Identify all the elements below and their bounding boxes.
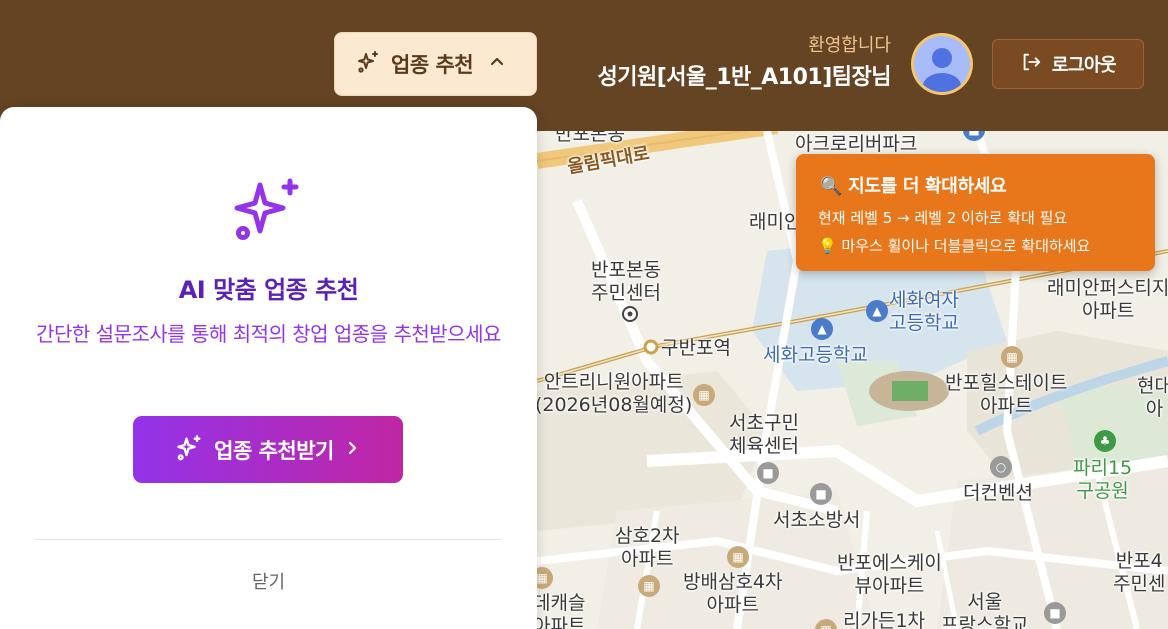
logout-icon (1020, 51, 1042, 77)
map-label: 반포본동 주민센터 (591, 259, 661, 304)
school-icon[interactable]: ▲ (866, 300, 888, 322)
map-label: 서초소방서 (773, 509, 861, 531)
map-label: 서울 프랑스학교 (941, 591, 1029, 629)
map-label-station: 구반포역 (661, 337, 731, 359)
welcome-text: 환영합니다 (808, 35, 891, 56)
school-icon[interactable]: ■ (1044, 602, 1066, 624)
map-label: 세화고등학교 (763, 344, 868, 366)
park-icon[interactable]: ♣ (1094, 430, 1116, 452)
get-recommendation-button[interactable]: 업종 추천받기 (133, 416, 403, 483)
get-recommendation-label: 업종 추천받기 (214, 438, 334, 463)
apartment-icon[interactable]: ▦ (1001, 346, 1023, 368)
user-name: 성기원[서울_1반_A101]팀장님 (597, 65, 891, 90)
map-label: 반포본동 (555, 131, 625, 145)
map-label: 아크로리버파크 (795, 133, 918, 155)
map-label: 반포4 주민센 (1113, 550, 1166, 595)
map-label: 반포힐스테이트 아파트 (945, 372, 1068, 417)
apartment-icon[interactable]: ▦ (638, 575, 660, 597)
convention-icon[interactable]: ○ (990, 456, 1012, 478)
close-button[interactable]: 닫기 (0, 568, 537, 594)
map-label: 서초구민 체육센터 (729, 412, 799, 457)
welcome-block: 환영합니다 성기원[서울_1반_A101]팀장님 (597, 35, 891, 95)
map-label: 파리15 구공원 (1073, 457, 1133, 502)
chevron-right-icon (344, 440, 360, 460)
panel-title: AI 맞춤 업종 추천 (178, 276, 359, 304)
zoom-notice-hint: 💡 마우스 휠이나 더블클릭으로 확대하세요 (818, 237, 1091, 255)
sparkles-icon (176, 434, 204, 466)
map-label: 안트리니원아파트 (2026년08월예정) (537, 371, 693, 416)
panel-description: 간단한 설문조사를 통해 최적의 창업 업종을 추천받으세요 (36, 322, 501, 346)
zoom-notice-level: 현재 레벨 5 → 레벨 2 이하로 확대 필요 (818, 209, 1068, 227)
map-label: 래미안 (749, 211, 802, 233)
sparkles-icon (357, 50, 381, 78)
zoom-notice: 🔍 지도를 더 확대하세요 현재 레벨 5 → 레벨 2 이하로 확대 필요 💡… (796, 154, 1155, 271)
school-icon[interactable]: ▲ (811, 318, 833, 340)
divider (34, 539, 502, 540)
map-label: 삼호2차 아파트 (615, 525, 680, 570)
map-label: 리가든1차 (843, 610, 926, 629)
recommend-toggle-button[interactable]: 업종 추천 (334, 32, 537, 96)
map-label: 방배삼호4차 아파트 (683, 571, 783, 616)
apartment-icon[interactable]: ▦ (727, 546, 749, 568)
logout-label: 로그아웃 (1051, 55, 1117, 76)
sparkles-icon (234, 177, 302, 247)
map-label: 반포에스케이 뷰아파트 (837, 552, 942, 597)
fire-station-icon[interactable]: ■ (810, 483, 832, 505)
map-label: 현대 아 (1137, 375, 1168, 420)
avatar[interactable] (911, 33, 973, 95)
map-label: 더컨벤션 (963, 482, 1033, 504)
map-label: 세화여자 고등학교 (889, 289, 959, 334)
user-icon (914, 36, 970, 92)
logout-button[interactable]: 로그아웃 (992, 39, 1144, 89)
apartment-icon[interactable]: ▦ (693, 384, 715, 406)
sports-center-icon[interactable]: ■ (757, 462, 779, 484)
map-label: 데캐슬 아파트 (537, 592, 586, 629)
recommend-panel: AI 맞춤 업종 추천 간단한 설문조사를 통해 최적의 창업 업종을 추천받으… (0, 107, 537, 629)
zoom-notice-title: 🔍 지도를 더 확대하세요 (820, 176, 1007, 197)
chevron-up-icon (489, 54, 505, 74)
map-label: 래미안퍼스티지 아파트 (1047, 277, 1168, 322)
recommend-toggle-label: 업종 추천 (391, 53, 474, 77)
